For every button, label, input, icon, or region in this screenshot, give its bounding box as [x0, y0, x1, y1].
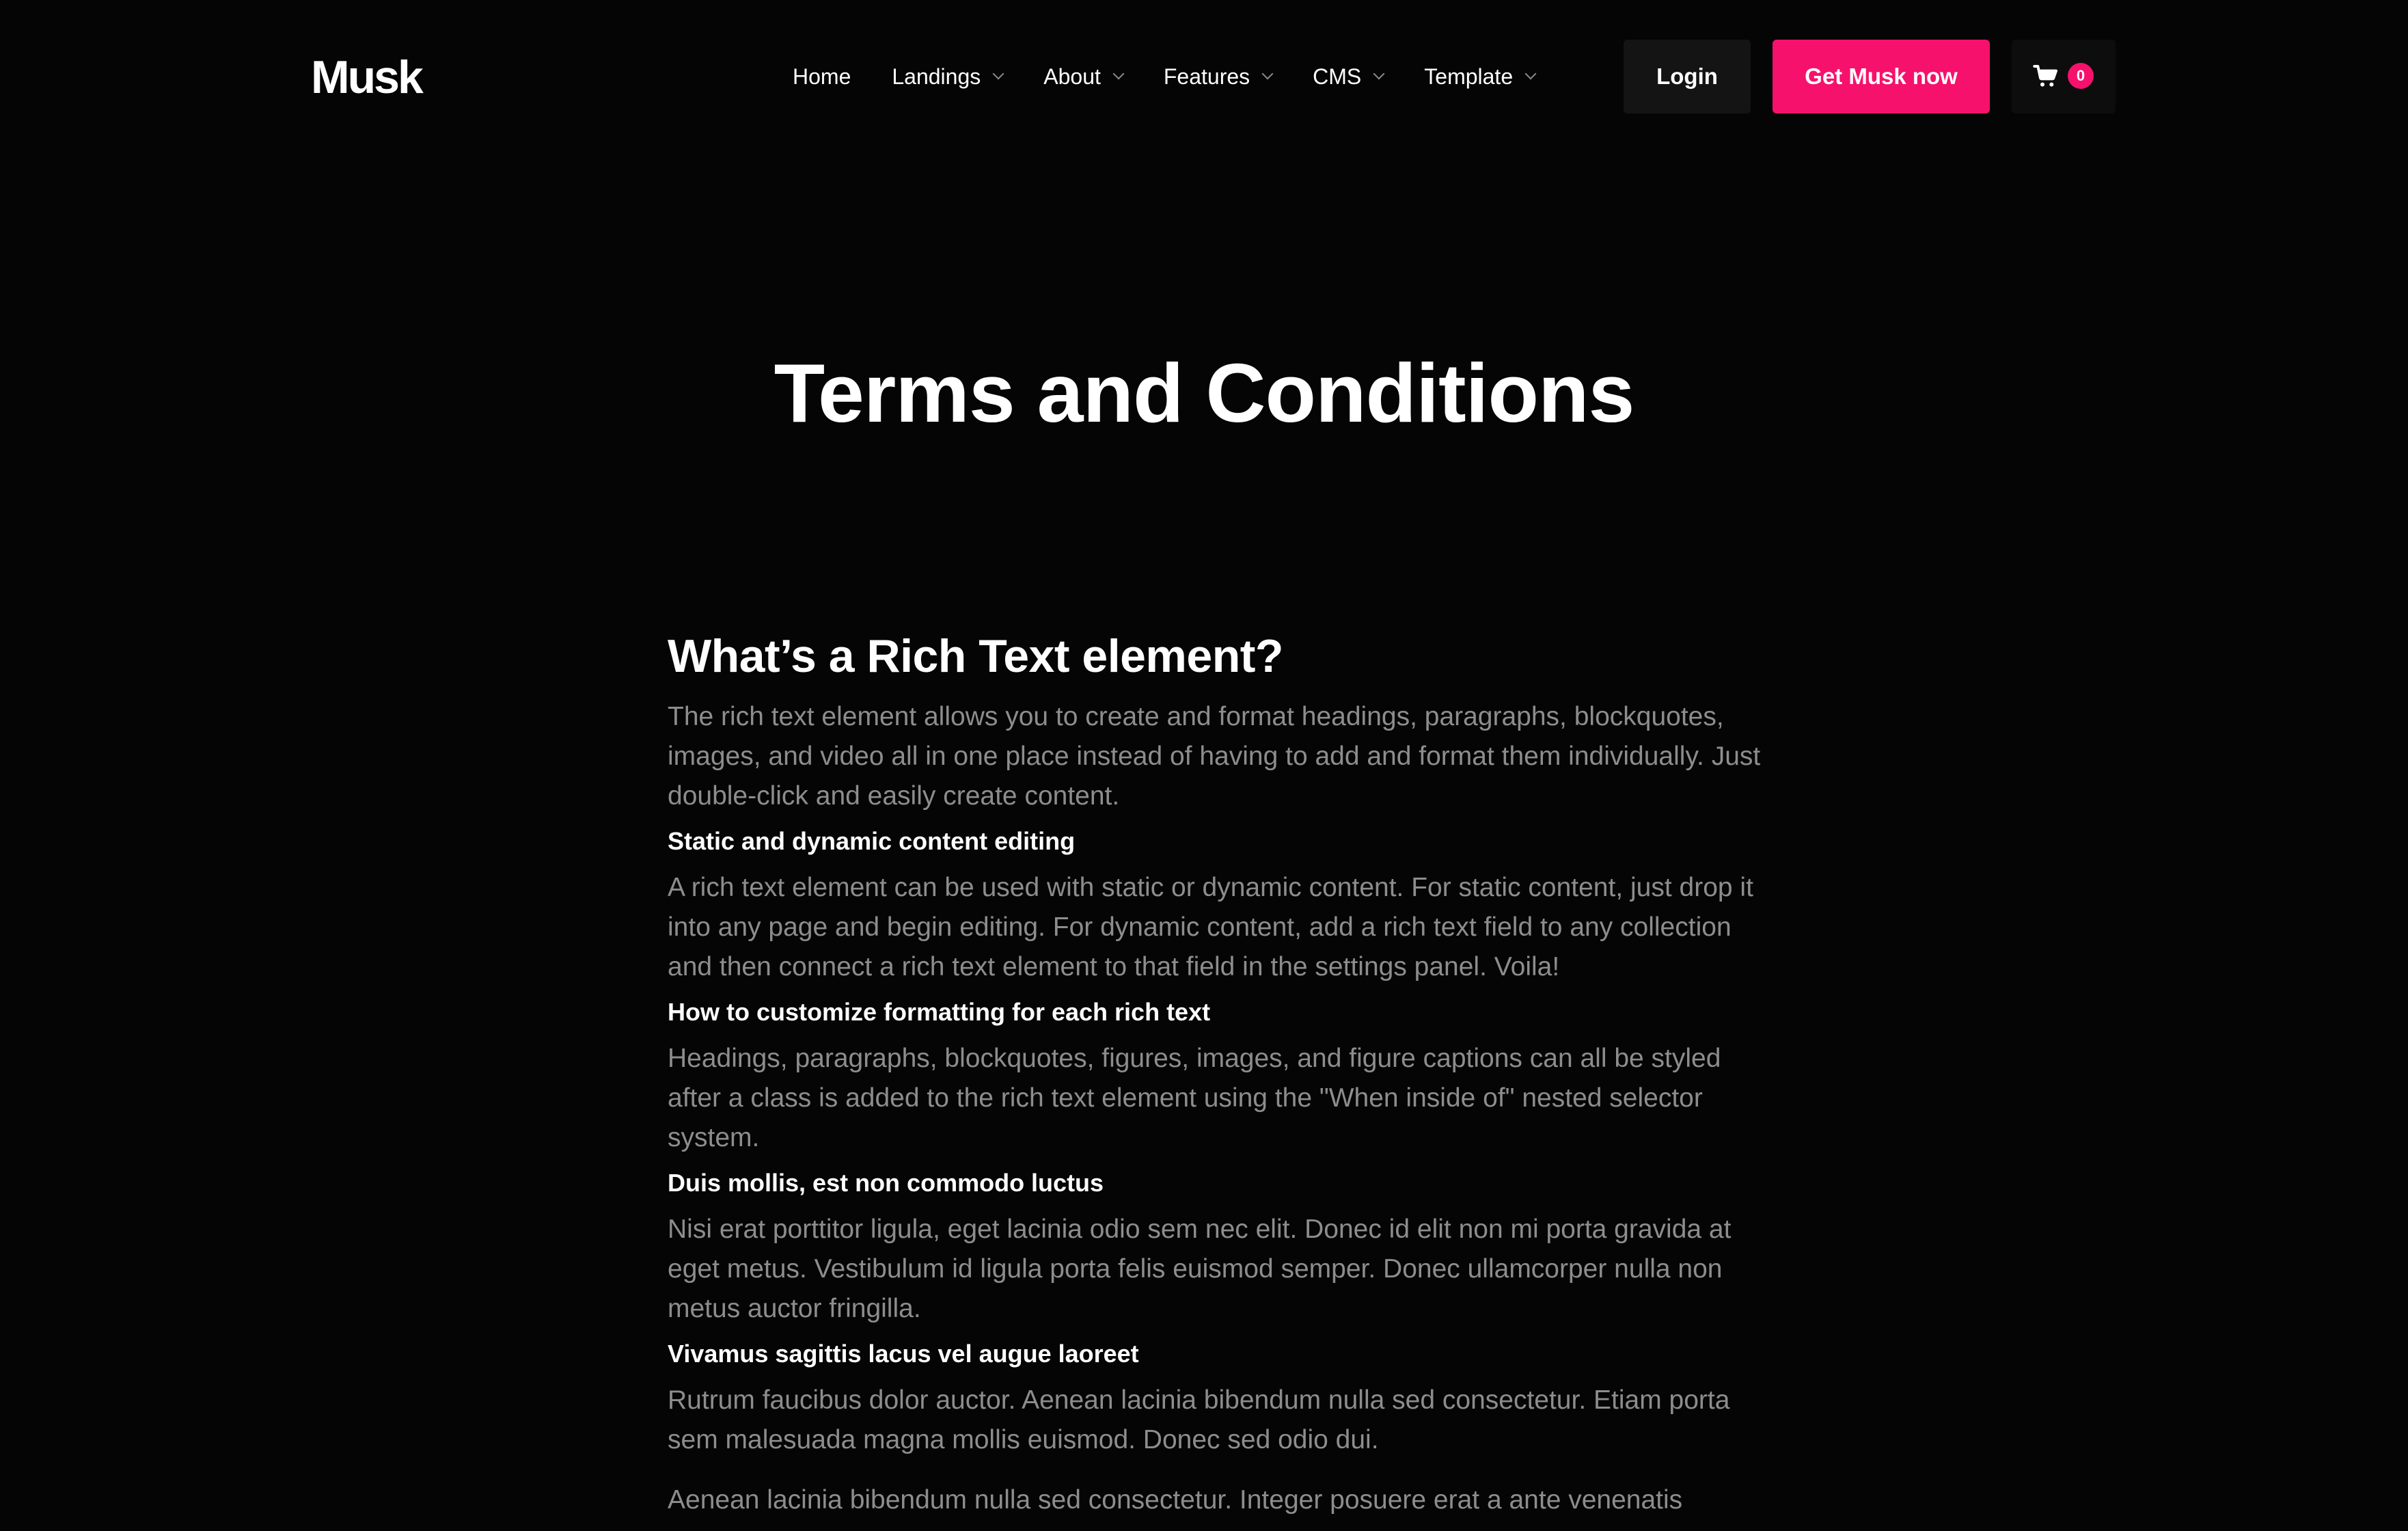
cart-icon [2033, 65, 2057, 87]
get-musk-now-button[interactable]: Get Musk now [1773, 40, 1990, 113]
logo[interactable]: Musk [311, 49, 424, 105]
nav-item-home[interactable]: Home [793, 63, 851, 90]
nav-item-landings[interactable]: Landings [892, 63, 1004, 90]
page-title: Terms and Conditions [774, 347, 1635, 439]
main-nav: Home Landings About Features CMS Templat… [793, 40, 1576, 113]
section-body: Headings, paragraphs, blockquotes, figur… [668, 1044, 1721, 1152]
cart-button[interactable]: 0 [2012, 40, 2116, 113]
nav-item-label: Template [1424, 64, 1514, 89]
section-body: Nisi erat porttitor ligula, eget lacinia… [668, 1215, 1732, 1323]
section-body: A rich text element can be used with sta… [668, 873, 1753, 981]
chevron-down-icon [992, 68, 1004, 80]
intro-paragraph: The rich text element allows you to crea… [668, 702, 1761, 811]
nav-item-cms[interactable]: CMS [1313, 63, 1385, 90]
section-title: How to customize formatting for each ric… [668, 998, 1211, 1026]
nav-item-label: About [1043, 64, 1101, 89]
cart-count-badge: 0 [2068, 63, 2094, 89]
nav-item-label: Features [1163, 64, 1250, 89]
nav-item-label: CMS [1313, 64, 1362, 89]
nav-item-about[interactable]: About [1043, 63, 1125, 90]
nav-item-template[interactable]: Template [1424, 63, 1537, 90]
section-body: Rutrum faucibus dolor auctor. Aenean lac… [668, 1385, 1730, 1454]
nav-item-features[interactable]: Features [1163, 63, 1274, 90]
nav-item-label: Home [793, 64, 851, 89]
chevron-down-icon [1112, 68, 1125, 80]
login-button[interactable]: Login [1624, 40, 1751, 113]
rich-text-content: What’s a Rich Text element? The rich tex… [668, 622, 1768, 1520]
section-title: Static and dynamic content editing [668, 827, 1076, 855]
chevron-down-icon [1524, 68, 1537, 80]
section-title: Vivamus sagittis lacus vel augue laoreet [668, 1340, 1139, 1368]
chevron-down-icon [1261, 68, 1274, 80]
nav-item-label: Landings [892, 64, 981, 89]
site-header: Musk Home Landings About Features CMS Te… [0, 0, 2408, 153]
trailing-paragraph: Aenean lacinia bibendum nulla sed consec… [668, 1485, 1683, 1515]
section-title: Duis mollis, est non commodo luctus [668, 1169, 1104, 1197]
rich-text-heading: What’s a Rich Text element? [668, 630, 1283, 682]
chevron-down-icon [1373, 68, 1385, 80]
